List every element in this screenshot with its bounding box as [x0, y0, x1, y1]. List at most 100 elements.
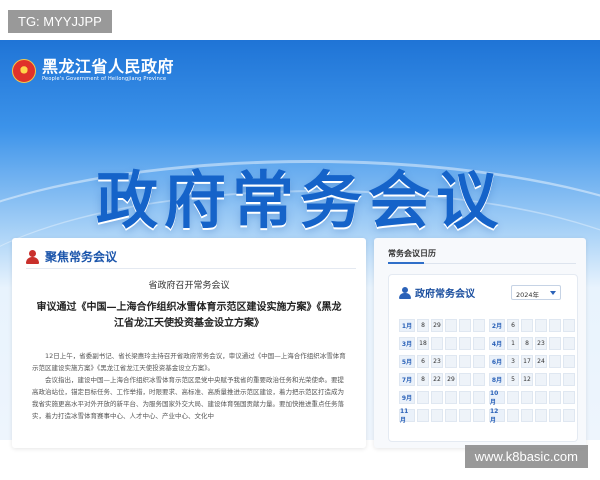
meeting-day-cell	[459, 373, 471, 386]
focus-section-header: 聚焦常务会议	[26, 248, 117, 265]
month-row: 5月 6 23	[399, 355, 485, 368]
month-row: 4月 1 8 23	[489, 337, 575, 350]
meeting-day-cell	[417, 391, 429, 404]
meeting-day-cell	[473, 373, 485, 386]
meeting-day-cell	[521, 319, 533, 332]
month-grid: 1月 8 29 2月 6 3月 18 4月 1 8 23 5月 6 23 6月 3 17 24 7月 8 22 29 8月 5…	[399, 319, 575, 424]
month-row: 2月 6	[489, 319, 575, 332]
meeting-day-cell	[459, 355, 471, 368]
person-icon	[26, 249, 40, 264]
month-row: 1月 8 29	[399, 319, 485, 332]
meeting-day-cell	[459, 337, 471, 350]
month-row: 11月	[399, 408, 485, 424]
logo-chinese-text: 黑龙江省人民政府	[42, 57, 175, 76]
month-row: 7月 8 22 29	[399, 373, 485, 386]
meeting-calendar: 政府常务会议 2024年 1月 8 29 2月 6 3月 18 4月 1 8 23 5月 6 23 6月 3 1…	[388, 274, 578, 442]
month-label[interactable]: 5月	[399, 355, 415, 368]
month-label[interactable]: 12月	[489, 408, 505, 424]
meeting-day-cell	[473, 355, 485, 368]
article-paragraph: 12日上午，省委副书记、省长梁惠玲主持召开省政府常务会议，审议通过《中国—上海合…	[32, 352, 346, 372]
meeting-day-cell	[507, 391, 519, 404]
meeting-day-cell[interactable]: 22	[431, 373, 443, 386]
meeting-day-cell	[521, 409, 533, 422]
person-icon	[399, 286, 411, 299]
meeting-day-cell	[549, 355, 561, 368]
meeting-day-cell[interactable]: 1	[507, 337, 519, 350]
month-label[interactable]: 3月	[399, 337, 415, 350]
meeting-day-cell	[563, 409, 575, 422]
meeting-day-cell[interactable]: 8	[417, 319, 429, 332]
meeting-day-cell	[549, 337, 561, 350]
meeting-day-cell	[431, 409, 443, 422]
month-label[interactable]: 7月	[399, 373, 415, 386]
month-row: 12月	[489, 408, 575, 424]
meeting-day-cell	[563, 337, 575, 350]
article-body: 12日上午，省委副书记、省长梁惠玲主持召开省政府常务会议，审议通过《中国—上海合…	[32, 350, 350, 422]
calendar-panel: 常务会议日历 政府常务会议 2024年 1月 8 29 2月 6 3月 18 4月 1 8 23 5月…	[374, 238, 586, 448]
meeting-day-cell	[535, 373, 547, 386]
meeting-day-cell[interactable]: 5	[507, 373, 519, 386]
meeting-day-cell	[563, 355, 575, 368]
meeting-day-cell[interactable]: 8	[417, 373, 429, 386]
month-label[interactable]: 4月	[489, 337, 505, 350]
divider	[26, 268, 356, 269]
meeting-day-cell	[445, 355, 457, 368]
month-row: 10月	[489, 390, 575, 406]
month-label[interactable]: 6月	[489, 355, 505, 368]
meeting-day-cell	[445, 391, 457, 404]
meeting-day-cell[interactable]: 18	[417, 337, 429, 350]
focus-section-title: 聚焦常务会议	[45, 250, 118, 264]
meeting-day-cell	[563, 373, 575, 386]
focus-panel: 聚焦常务会议 省政府召开常务会议 审议通过《中国—上海合作组织冰雪体育示范区建设…	[12, 238, 366, 448]
month-row: 6月 3 17 24	[489, 355, 575, 368]
meeting-day-cell	[445, 319, 457, 332]
article-title[interactable]: 审议通过《中国—上海合作组织冰雪体育示范区建设实施方案》《黑龙江省龙江天使投资基…	[32, 300, 346, 332]
meeting-day-cell	[549, 409, 561, 422]
meeting-day-cell[interactable]: 12	[521, 373, 533, 386]
month-label[interactable]: 2月	[489, 319, 505, 332]
meeting-day-cell[interactable]: 29	[445, 373, 457, 386]
year-select[interactable]: 2024年	[511, 285, 561, 300]
calendar-section-title: 常务会议日历	[388, 249, 436, 258]
watermark-top-left: TG: MYYJJPP	[8, 10, 112, 33]
meeting-day-cell	[445, 409, 457, 422]
month-label[interactable]: 9月	[399, 391, 415, 404]
meeting-day-cell[interactable]: 3	[507, 355, 519, 368]
meeting-day-cell[interactable]: 23	[535, 337, 547, 350]
meeting-day-cell[interactable]: 6	[417, 355, 429, 368]
month-label[interactable]: 10月	[489, 390, 505, 406]
month-row: 3月 18	[399, 337, 485, 350]
meeting-day-cell	[549, 319, 561, 332]
meeting-day-cell	[549, 391, 561, 404]
calendar-box-header: 政府常务会议	[399, 285, 475, 300]
chevron-down-icon	[550, 291, 556, 295]
meeting-day-cell	[459, 409, 471, 422]
month-label[interactable]: 11月	[399, 408, 415, 424]
national-emblem-icon	[12, 58, 36, 83]
meeting-day-cell	[473, 337, 485, 350]
meeting-day-cell	[431, 391, 443, 404]
divider	[388, 262, 576, 264]
meeting-day-cell	[473, 391, 485, 404]
meeting-day-cell	[535, 409, 547, 422]
meeting-day-cell[interactable]: 8	[521, 337, 533, 350]
article-paragraph: 会议指出，建设中国—上海合作组织冰雪体育示范区是党中央赋予我省的重要政治任务和光…	[32, 376, 344, 420]
month-row: 8月 5 12	[489, 373, 575, 386]
meeting-day-cell[interactable]: 6	[507, 319, 519, 332]
meeting-day-cell[interactable]: 24	[535, 355, 547, 368]
meeting-day-cell[interactable]: 17	[521, 355, 533, 368]
month-label[interactable]: 1月	[399, 319, 415, 332]
meeting-day-cell	[507, 409, 519, 422]
meeting-day-cell[interactable]: 29	[431, 319, 443, 332]
month-label[interactable]: 8月	[489, 373, 505, 386]
month-row: 9月	[399, 391, 485, 404]
meeting-day-cell	[535, 391, 547, 404]
site-logo[interactable]: 黑龙江省人民政府 People's Government of Heilongj…	[12, 58, 174, 83]
logo-english-text: People's Government of Heilongjiang Prov…	[42, 76, 167, 82]
meeting-day-cell	[459, 319, 471, 332]
meeting-day-cell[interactable]: 23	[431, 355, 443, 368]
meeting-day-cell	[431, 337, 443, 350]
meeting-day-cell	[473, 319, 485, 332]
banner-title: 政府常务会议	[95, 164, 504, 237]
meeting-day-cell	[535, 319, 547, 332]
